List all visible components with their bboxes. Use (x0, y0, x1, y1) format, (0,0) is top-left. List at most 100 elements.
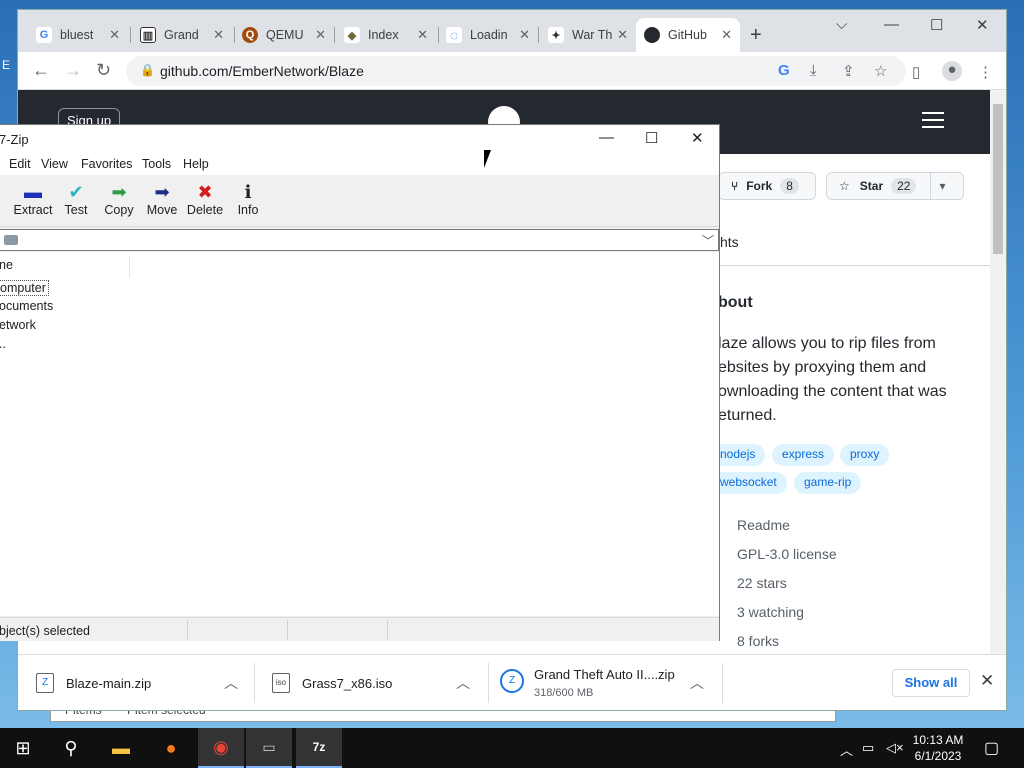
readme-link[interactable]: Readme (737, 517, 790, 533)
fork-button[interactable]: ⑂ Fork 8 (718, 172, 816, 200)
tab-bluestacks[interactable]: G bluest ✕ (28, 18, 128, 52)
google-translate-icon[interactable]: G (778, 62, 790, 79)
maximize-icon[interactable]: ☐ (930, 16, 943, 34)
download-item[interactable]: Z Blaze-main.zip ︿ (18, 655, 254, 711)
close-icon[interactable]: ✕ (519, 27, 530, 43)
tab-loading[interactable]: ◌ Loadin ✕ (438, 18, 538, 52)
list-item[interactable]: ocuments (0, 299, 53, 313)
chrome-icon[interactable]: ◉ (198, 728, 244, 768)
about-heading: bout (718, 294, 753, 311)
list-item[interactable]: etwork (0, 318, 36, 332)
forks-link[interactable]: 8 forks (737, 633, 779, 649)
license-link[interactable]: GPL-3.0 license (737, 546, 837, 562)
taskbar: ⊞ ⚲ ▬ ● ◉ ▭ 7z ︿ ▭ ◁× 10:13 AM 6/1/2023 … (0, 728, 1024, 768)
list-item[interactable]: .. (0, 337, 6, 351)
tab-title: Grand (164, 28, 199, 42)
network-icon[interactable]: ▭ (862, 740, 874, 756)
close-window-icon[interactable]: ✕ (976, 16, 989, 34)
chevron-up-icon[interactable]: ︿ (456, 673, 470, 693)
forward-icon[interactable]: → (64, 60, 82, 81)
minimize-icon[interactable]: — (599, 129, 614, 146)
search-icon[interactable]: ⚲ (48, 728, 94, 768)
reload-icon[interactable]: ↻ (96, 60, 111, 81)
tab-github[interactable]: GitHub ✕ (636, 18, 740, 52)
path-combobox[interactable]: ﹀ (0, 229, 719, 251)
zip-file-icon: Z (36, 673, 54, 693)
building-icon: ▥ (140, 27, 156, 43)
notifications-icon[interactable]: ▢ (984, 738, 999, 758)
download-progress-text: 318/600 MB (534, 687, 594, 699)
tab-grand[interactable]: ▥ Grand ✕ (132, 18, 232, 52)
page-scrollbar[interactable] (990, 90, 1006, 654)
profile-avatar-icon[interactable]: ● (942, 61, 962, 81)
topic-tag[interactable]: websocket (710, 472, 787, 494)
topic-tag[interactable]: game-rip (794, 472, 862, 494)
side-panel-icon[interactable]: ▯ (912, 63, 920, 81)
file-explorer-icon[interactable]: ▬ (98, 728, 144, 768)
share-icon[interactable]: ⇪ (842, 62, 855, 80)
info-icon: ℹ (244, 182, 252, 202)
topic-tag[interactable]: express (772, 444, 835, 466)
close-icon[interactable]: ✕ (315, 27, 326, 43)
hamburger-menu-icon[interactable] (922, 112, 944, 133)
desktop-icon-label[interactable]: E (2, 58, 10, 72)
start-windows-icon[interactable]: ⊞ (0, 728, 46, 768)
tab-index[interactable]: ◆ Index ✕ (336, 18, 436, 52)
chevron-down-icon[interactable]: ﹀ (702, 232, 714, 249)
file-list[interactable]: ne omputer ocuments etwork .. (0, 252, 719, 616)
star-icon[interactable]: ☆ (874, 62, 887, 80)
close-icon[interactable]: ✕ (617, 27, 628, 43)
download-item[interactable]: iso Grass7_x86.iso ︿ (254, 655, 488, 711)
sevenzip-taskbar-icon[interactable]: 7z (296, 728, 342, 768)
close-icon[interactable]: ✕ (109, 27, 120, 43)
loading-spinner-icon: ◌ (446, 27, 462, 43)
column-header-name[interactable]: ne (0, 258, 13, 272)
tab-title: War Th (572, 28, 613, 42)
topic-tag[interactable]: proxy (840, 444, 890, 466)
new-tab-icon[interactable]: + (750, 24, 762, 47)
watching-link[interactable]: 3 watching (737, 604, 804, 620)
menu-edit[interactable]: Edit (9, 157, 31, 171)
maximize-icon[interactable]: ☐ (645, 129, 658, 147)
list-item[interactable]: omputer (0, 280, 49, 296)
minimize-icon[interactable]: — (884, 16, 899, 33)
install-icon[interactable]: ⤓ (810, 62, 817, 79)
close-icon[interactable]: ✕ (691, 129, 704, 147)
menu-tools[interactable]: Tools (142, 157, 171, 171)
address-bar[interactable]: 🔒 github.com/EmberNetwork/Blaze G ⤓ ⇪ ☆ (126, 56, 906, 86)
sevenzip-titlebar[interactable]: 7-Zip — ☐ ✕ (0, 125, 719, 153)
chevron-up-icon[interactable]: ︿ (224, 673, 238, 693)
info-button[interactable]: ℹ Info (223, 181, 273, 217)
chevron-up-icon[interactable]: ︿ (690, 673, 704, 693)
chevron-down-icon[interactable]: ⌵ (836, 16, 847, 33)
insights-tab[interactable]: hts (720, 234, 739, 250)
star-button[interactable]: ☆ Star 22 ▾ (826, 172, 964, 200)
back-icon[interactable]: ← (32, 60, 50, 81)
close-icon[interactable]: ✕ (721, 27, 732, 43)
close-downloads-icon[interactable]: ✕ (980, 671, 994, 691)
tab-war[interactable]: ✦ War Th ✕ (540, 18, 636, 52)
kebab-menu-icon[interactable]: ⋮ (978, 63, 993, 81)
caret-down-icon[interactable]: ▾ (930, 173, 946, 199)
tab-qemu[interactable]: Q QEMU ✕ (234, 18, 334, 52)
download-name: Blaze-main.zip (66, 676, 152, 691)
chevron-up-icon[interactable]: ︿ (840, 740, 853, 759)
download-item[interactable]: Z Grand Theft Auto II....zip 318/600 MB … (490, 655, 722, 711)
show-all-button[interactable]: Show all (892, 669, 970, 697)
menu-favorites[interactable]: Favorites (81, 157, 132, 171)
menu-help[interactable]: Help (183, 157, 209, 171)
downloads-bar: Z Blaze-main.zip ︿ iso Grass7_x86.iso ︿ … (18, 654, 1006, 710)
clock[interactable]: 10:13 AM 6/1/2023 (900, 732, 976, 764)
url-text[interactable]: github.com/EmberNetwork/Blaze (160, 63, 364, 79)
download-name: Grass7_x86.iso (302, 676, 393, 691)
github-icon (644, 27, 660, 43)
lock-icon[interactable]: 🔒 (140, 63, 155, 77)
stars-link[interactable]: 22 stars (737, 575, 787, 591)
terminal-icon[interactable]: ▭ (246, 728, 292, 768)
browser-toolbar: ← → ↻ 🔒 github.com/EmberNetwork/Blaze G … (18, 52, 1006, 90)
close-icon[interactable]: ✕ (213, 27, 224, 43)
close-icon[interactable]: ✕ (417, 27, 428, 43)
menu-view[interactable]: View (41, 157, 68, 171)
firefox-icon[interactable]: ● (148, 728, 194, 768)
repo-description: laze allows you to rip files from ebsite… (718, 335, 947, 424)
